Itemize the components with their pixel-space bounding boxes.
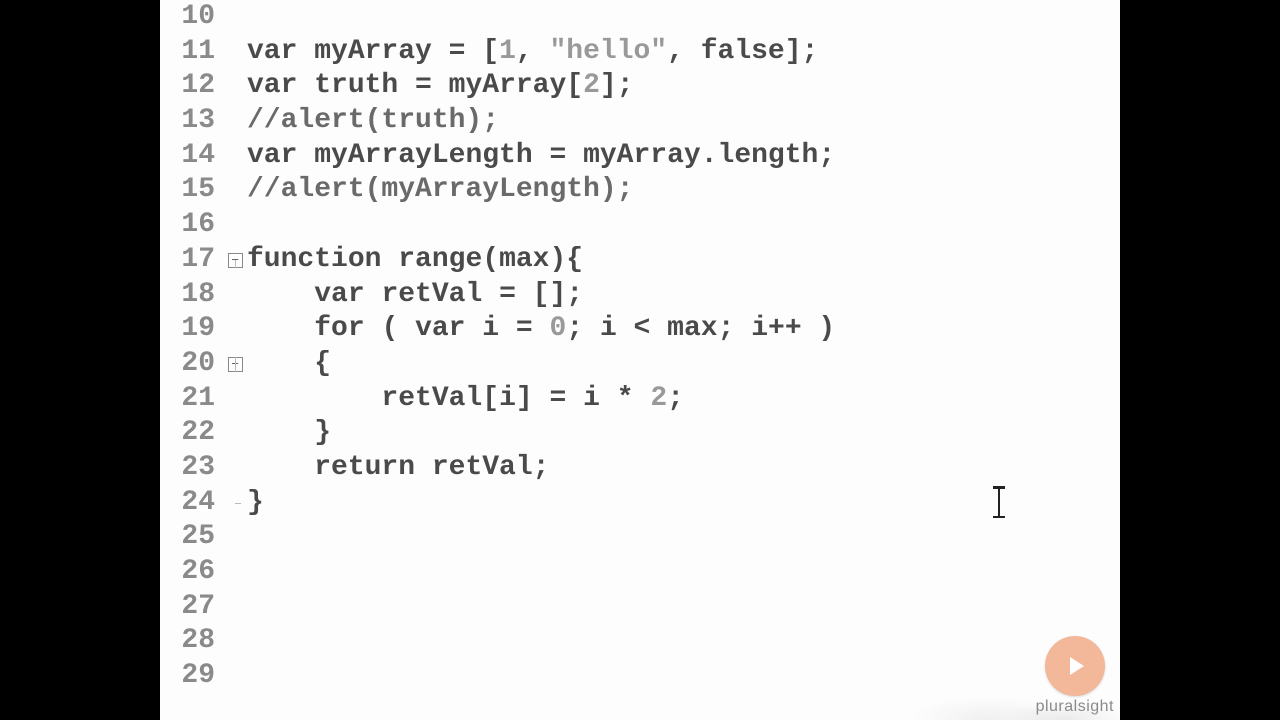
pluralsight-watermark: pluralsight xyxy=(1036,636,1114,716)
line-number: 27 xyxy=(160,590,223,625)
code-line[interactable]: 16 xyxy=(160,208,1120,243)
code-line[interactable]: 26 xyxy=(160,555,1120,590)
code-line[interactable]: 29 xyxy=(160,659,1120,694)
code-line[interactable]: 19 for ( var i = 0; i < max; i++ ) xyxy=(160,312,1120,347)
editor-viewport: 1011var myArray = [1, "hello", false];12… xyxy=(160,0,1120,720)
code-content[interactable]: var myArray = [1, "hello", false]; xyxy=(247,35,818,70)
code-content[interactable]: return retVal; xyxy=(247,451,549,486)
line-number: 22 xyxy=(160,416,223,451)
line-number: 19 xyxy=(160,312,223,347)
code-content[interactable]: function range(max){ xyxy=(247,243,583,278)
line-number: 15 xyxy=(160,173,223,208)
line-number: 28 xyxy=(160,624,223,659)
code-content[interactable]: } xyxy=(247,416,331,451)
code-content[interactable]: var truth = myArray[2]; xyxy=(247,69,634,104)
brand-label: pluralsight xyxy=(1036,698,1114,715)
code-content[interactable]: { xyxy=(247,347,331,382)
line-number: 24 xyxy=(160,486,223,521)
play-icon xyxy=(1062,653,1088,679)
line-number: 10 xyxy=(160,0,223,35)
code-line[interactable]: 13 //alert(truth); xyxy=(160,104,1120,139)
line-number: 18 xyxy=(160,278,223,313)
code-line[interactable]: 25 xyxy=(160,520,1120,555)
line-number: 29 xyxy=(160,659,223,694)
code-content[interactable]: var myArrayLength = myArray.length; xyxy=(247,139,835,174)
code-line[interactable]: 28 xyxy=(160,624,1120,659)
code-line[interactable]: 18 var retVal = []; xyxy=(160,278,1120,313)
code-line[interactable]: 17−function range(max){ xyxy=(160,243,1120,278)
code-line[interactable]: 27 xyxy=(160,590,1120,625)
fold-gutter: − xyxy=(223,253,247,268)
line-number: 17 xyxy=(160,243,223,278)
line-number: 13 xyxy=(160,104,223,139)
line-number: 26 xyxy=(160,555,223,590)
line-number: 12 xyxy=(160,69,223,104)
code-content[interactable]: } xyxy=(247,486,264,521)
line-number: 25 xyxy=(160,520,223,555)
code-line[interactable]: 15 //alert(myArrayLength); xyxy=(160,173,1120,208)
code-line[interactable]: 22 } xyxy=(160,416,1120,451)
code-content[interactable]: for ( var i = 0; i < max; i++ ) xyxy=(247,312,835,347)
line-number: 21 xyxy=(160,382,223,417)
code-content[interactable]: //alert(truth); xyxy=(247,104,499,139)
code-line[interactable]: 11 var myArray = [1, "hello", false]; xyxy=(160,35,1120,70)
code-line[interactable]: 14 var myArrayLength = myArray.length; xyxy=(160,139,1120,174)
text-caret xyxy=(998,486,1001,518)
fold-gutter: − xyxy=(223,357,247,372)
line-number: 16 xyxy=(160,208,223,243)
code-editor[interactable]: 1011var myArray = [1, "hello", false];12… xyxy=(160,0,1120,694)
line-number: 11 xyxy=(160,35,223,70)
code-line[interactable]: 12 var truth = myArray[2]; xyxy=(160,69,1120,104)
code-content[interactable]: var retVal = []; xyxy=(247,278,583,313)
line-number: 14 xyxy=(160,139,223,174)
play-button[interactable] xyxy=(1045,636,1105,696)
code-line[interactable]: 23 return retVal; xyxy=(160,451,1120,486)
code-line[interactable]: 21 retVal[i] = i * 2; xyxy=(160,382,1120,417)
line-number: 20 xyxy=(160,347,223,382)
code-content[interactable]: //alert(myArrayLength); xyxy=(247,173,633,208)
code-line[interactable]: 24} xyxy=(160,486,1120,521)
code-line[interactable]: 10 xyxy=(160,0,1120,35)
code-content[interactable]: retVal[i] = i * 2; xyxy=(247,382,684,417)
line-number: 23 xyxy=(160,451,223,486)
code-line[interactable]: 20− { xyxy=(160,347,1120,382)
